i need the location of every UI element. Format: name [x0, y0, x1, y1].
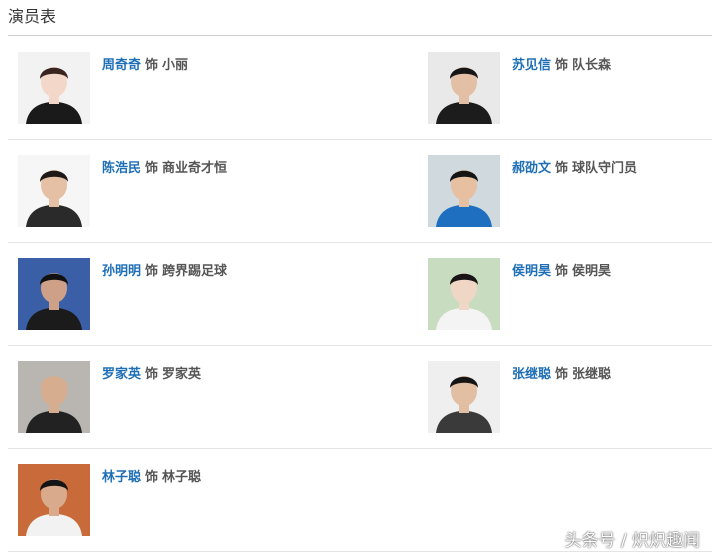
cast-info: 林子聪饰林子聪: [102, 466, 201, 485]
role-name: 球队守门员: [572, 161, 638, 176]
cast-item: 林子聪饰林子聪: [8, 448, 308, 538]
role-name: 队长森: [572, 58, 612, 73]
cast-item: 郝劭文饰球队守门员: [418, 139, 712, 229]
plays-label: 饰: [145, 470, 159, 485]
cast-info: 张继聪饰张继聪: [512, 363, 611, 382]
cast-item: 苏见信饰队长森: [418, 36, 712, 126]
actor-name-link[interactable]: 孙明明: [102, 264, 141, 279]
page-title: 演员表: [8, 7, 57, 26]
row-divider: [8, 448, 712, 449]
actor-photo[interactable]: [18, 155, 90, 227]
row-divider: [8, 551, 712, 552]
actor-photo[interactable]: [18, 52, 90, 124]
plays-label: 饰: [555, 367, 569, 382]
plays-label: 饰: [145, 367, 159, 382]
role-name: 罗家英: [162, 367, 202, 382]
role-name: 商业奇才恒: [162, 161, 228, 176]
cast-info: 郝劭文饰球队守门员: [512, 157, 637, 176]
actor-photo[interactable]: [18, 258, 90, 330]
actor-photo[interactable]: [428, 361, 500, 433]
cast-item: 孙明明饰跨界踢足球: [8, 242, 308, 332]
actor-name-link[interactable]: 罗家英: [102, 367, 141, 382]
actor-name-link[interactable]: 林子聪: [102, 470, 141, 485]
cast-item: 周奇奇饰小丽: [8, 36, 308, 126]
cast-info: 苏见信饰队长森: [512, 54, 611, 73]
actor-name-link[interactable]: 苏见信: [512, 58, 551, 73]
cast-info: 侯明昊饰侯明昊: [512, 260, 611, 279]
plays-label: 饰: [555, 264, 569, 279]
plays-label: 饰: [555, 58, 569, 73]
cast-item: 侯明昊饰侯明昊: [418, 242, 712, 332]
plays-label: 饰: [145, 264, 159, 279]
role-name: 林子聪: [162, 470, 202, 485]
plays-label: 饰: [145, 58, 159, 73]
plays-label: 饰: [145, 161, 159, 176]
row-divider: [8, 242, 712, 243]
cast-info: 罗家英饰罗家英: [102, 363, 201, 382]
actor-photo[interactable]: [428, 155, 500, 227]
cast-info: 陈浩民饰商业奇才恒: [102, 157, 227, 176]
role-name: 小丽: [162, 58, 189, 73]
row-divider: [8, 139, 712, 140]
actor-name-link[interactable]: 郝劭文: [512, 161, 551, 176]
cast-item: 罗家英饰罗家英: [8, 345, 308, 435]
role-name: 侯明昊: [572, 264, 612, 279]
actor-photo[interactable]: [18, 361, 90, 433]
role-name: 张继聪: [572, 367, 612, 382]
cast-info: 周奇奇饰小丽: [102, 54, 188, 73]
watermark: 头条号 / 炽炽趣闻: [564, 531, 700, 551]
actor-name-link[interactable]: 侯明昊: [512, 264, 551, 279]
plays-label: 饰: [555, 161, 569, 176]
actor-name-link[interactable]: 周奇奇: [102, 58, 141, 73]
actor-photo[interactable]: [428, 52, 500, 124]
actor-photo[interactable]: [18, 464, 90, 536]
actor-photo[interactable]: [428, 258, 500, 330]
row-divider: [8, 345, 712, 346]
actor-name-link[interactable]: 张继聪: [512, 367, 551, 382]
actor-name-link[interactable]: 陈浩民: [102, 161, 141, 176]
cast-info: 孙明明饰跨界踢足球: [102, 260, 227, 279]
role-name: 跨界踢足球: [162, 264, 228, 279]
cast-item: 陈浩民饰商业奇才恒: [8, 139, 308, 229]
cast-item: 张继聪饰张继聪: [418, 345, 712, 435]
